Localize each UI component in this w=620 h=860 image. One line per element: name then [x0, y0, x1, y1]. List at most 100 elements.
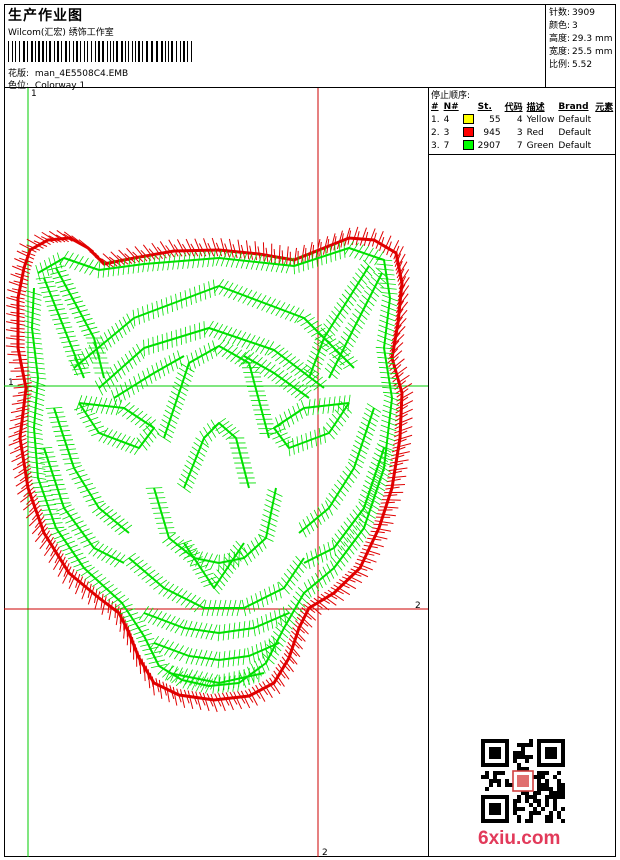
green-stitch	[336, 302, 349, 315]
guide-label-green-top: 1	[31, 89, 37, 99]
red-stitch	[10, 335, 25, 337]
color-swatch-icon	[462, 140, 474, 151]
green-stitch	[176, 539, 192, 547]
green-stitch	[198, 322, 201, 340]
green-stitch	[368, 281, 382, 293]
red-stitch	[10, 408, 30, 414]
green-stitch	[279, 414, 286, 431]
green-stitch	[275, 302, 286, 317]
guide-label-red-right: 2	[415, 601, 421, 611]
green-stitch	[232, 286, 243, 301]
company-name: Wilcom(汇宏) 绣饰工作室	[8, 28, 114, 38]
green-stitch	[171, 588, 184, 602]
table-row[interactable]: 1. 4 55 4 Yellow Default	[429, 113, 615, 126]
green-stitch	[263, 364, 276, 377]
green-stitch	[239, 672, 247, 688]
green-stitch	[153, 512, 170, 514]
table-row[interactable]: 2. 3 945 3 Red Default	[429, 126, 615, 139]
green-stitch	[150, 502, 167, 504]
green-stitch	[325, 497, 338, 510]
green-stitch	[162, 665, 175, 678]
red-stitch	[228, 238, 234, 258]
red-stitch	[129, 629, 132, 645]
red-stitch	[262, 242, 265, 262]
green-stitch	[345, 326, 359, 339]
green-stitch	[251, 293, 262, 308]
col-brand: Brand	[558, 101, 589, 112]
green-stitch	[270, 300, 281, 315]
green-stitch	[187, 455, 202, 466]
red-stitch	[9, 415, 29, 422]
green-stitch	[328, 314, 341, 328]
green-stitch	[120, 435, 131, 451]
green-stitch	[327, 363, 341, 375]
green-stitch	[349, 317, 363, 330]
green-stitch	[328, 492, 341, 506]
green-stitch	[290, 600, 303, 613]
green-stitch	[344, 289, 357, 302]
green-stitch	[287, 408, 295, 425]
red-stitch	[5, 321, 25, 326]
green-stitch	[177, 482, 191, 494]
green-stitch	[292, 595, 306, 608]
green-stitch	[247, 666, 255, 683]
green-stitch	[273, 631, 286, 643]
red-stitch	[372, 527, 392, 532]
green-stitch	[284, 305, 295, 320]
red-stitch	[8, 281, 27, 289]
red-stitch	[293, 247, 298, 267]
red-stitch	[158, 679, 163, 699]
green-stitch	[77, 532, 93, 540]
red-stitch	[107, 598, 110, 614]
green-stitch	[130, 624, 147, 631]
green-stitch	[82, 416, 99, 424]
green-stitch	[73, 560, 90, 568]
green-stitch	[68, 520, 84, 528]
col-needle: N#	[443, 101, 459, 112]
green-stitch	[102, 429, 113, 444]
green-stitch	[331, 310, 344, 324]
green-stitch	[157, 335, 159, 352]
red-stitch	[114, 603, 117, 619]
green-stitch	[143, 607, 154, 622]
green-stitch	[189, 325, 192, 342]
green-stitch	[277, 622, 291, 634]
green-stitch	[339, 475, 352, 488]
design-canvas[interactable]: 1 1 2 2	[4, 88, 429, 857]
green-stitch	[197, 572, 214, 579]
green-stitch	[184, 464, 199, 475]
red-stitch	[7, 353, 27, 356]
red-stitch	[5, 345, 25, 349]
guide-label-red-bottom: 2	[322, 848, 328, 857]
red-stitch	[376, 513, 396, 517]
table-row[interactable]: 3. 7 2907 7 Green Default	[429, 139, 615, 152]
green-stitch	[114, 554, 126, 568]
green-stitch	[354, 308, 368, 320]
green-stitch	[261, 296, 272, 311]
green-stitch	[227, 328, 238, 344]
green-stitch-line	[31, 247, 393, 687]
green-stitch	[161, 334, 164, 351]
green-stitch	[363, 290, 377, 302]
green-stitch	[352, 313, 366, 325]
green-stitch	[245, 334, 256, 350]
green-stitch	[255, 338, 265, 353]
green-stitch	[217, 342, 230, 355]
green-stitch	[178, 478, 193, 489]
green-stitch	[247, 291, 258, 306]
green-stitch	[88, 425, 105, 432]
embroidery-preview	[4, 88, 428, 857]
green-stitch-line	[153, 642, 280, 661]
green-stitch	[143, 339, 145, 357]
stat-scale: 比例: 5.52	[549, 60, 593, 70]
green-stitch	[305, 364, 320, 375]
green-stitch	[250, 336, 261, 351]
green-stitch	[59, 540, 76, 548]
red-stitch	[391, 451, 410, 457]
green-stitch	[357, 268, 370, 281]
green-stitch	[105, 550, 117, 564]
red-stitch	[10, 319, 25, 323]
red-stitch	[5, 337, 25, 341]
red-stitch	[387, 475, 407, 479]
green-stitch	[157, 527, 175, 529]
